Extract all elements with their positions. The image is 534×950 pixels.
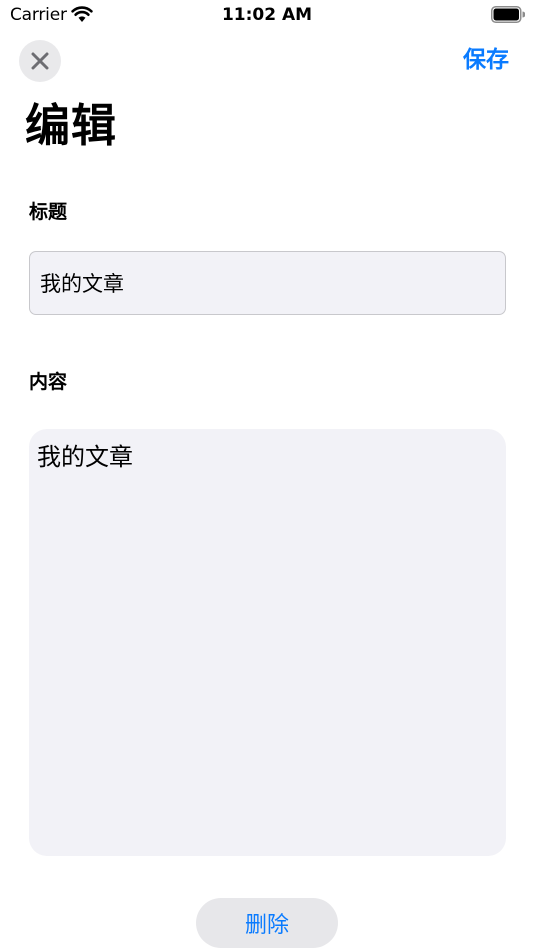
close-button[interactable] xyxy=(19,40,61,82)
title-field-label: 标题 xyxy=(29,201,68,223)
page-title: 编辑 xyxy=(25,99,118,152)
close-icon xyxy=(31,52,49,70)
status-bar: Carrier 11:02 AM xyxy=(0,0,534,30)
status-time: 11:02 AM xyxy=(221,5,313,25)
content-textarea[interactable]: 我的文章 xyxy=(29,429,506,856)
content-field-label: 内容 xyxy=(29,371,68,393)
battery-icon xyxy=(491,6,525,23)
title-input[interactable] xyxy=(29,251,506,315)
delete-button[interactable]: 删除 xyxy=(196,898,338,948)
save-button[interactable]: 保存 xyxy=(463,44,509,76)
